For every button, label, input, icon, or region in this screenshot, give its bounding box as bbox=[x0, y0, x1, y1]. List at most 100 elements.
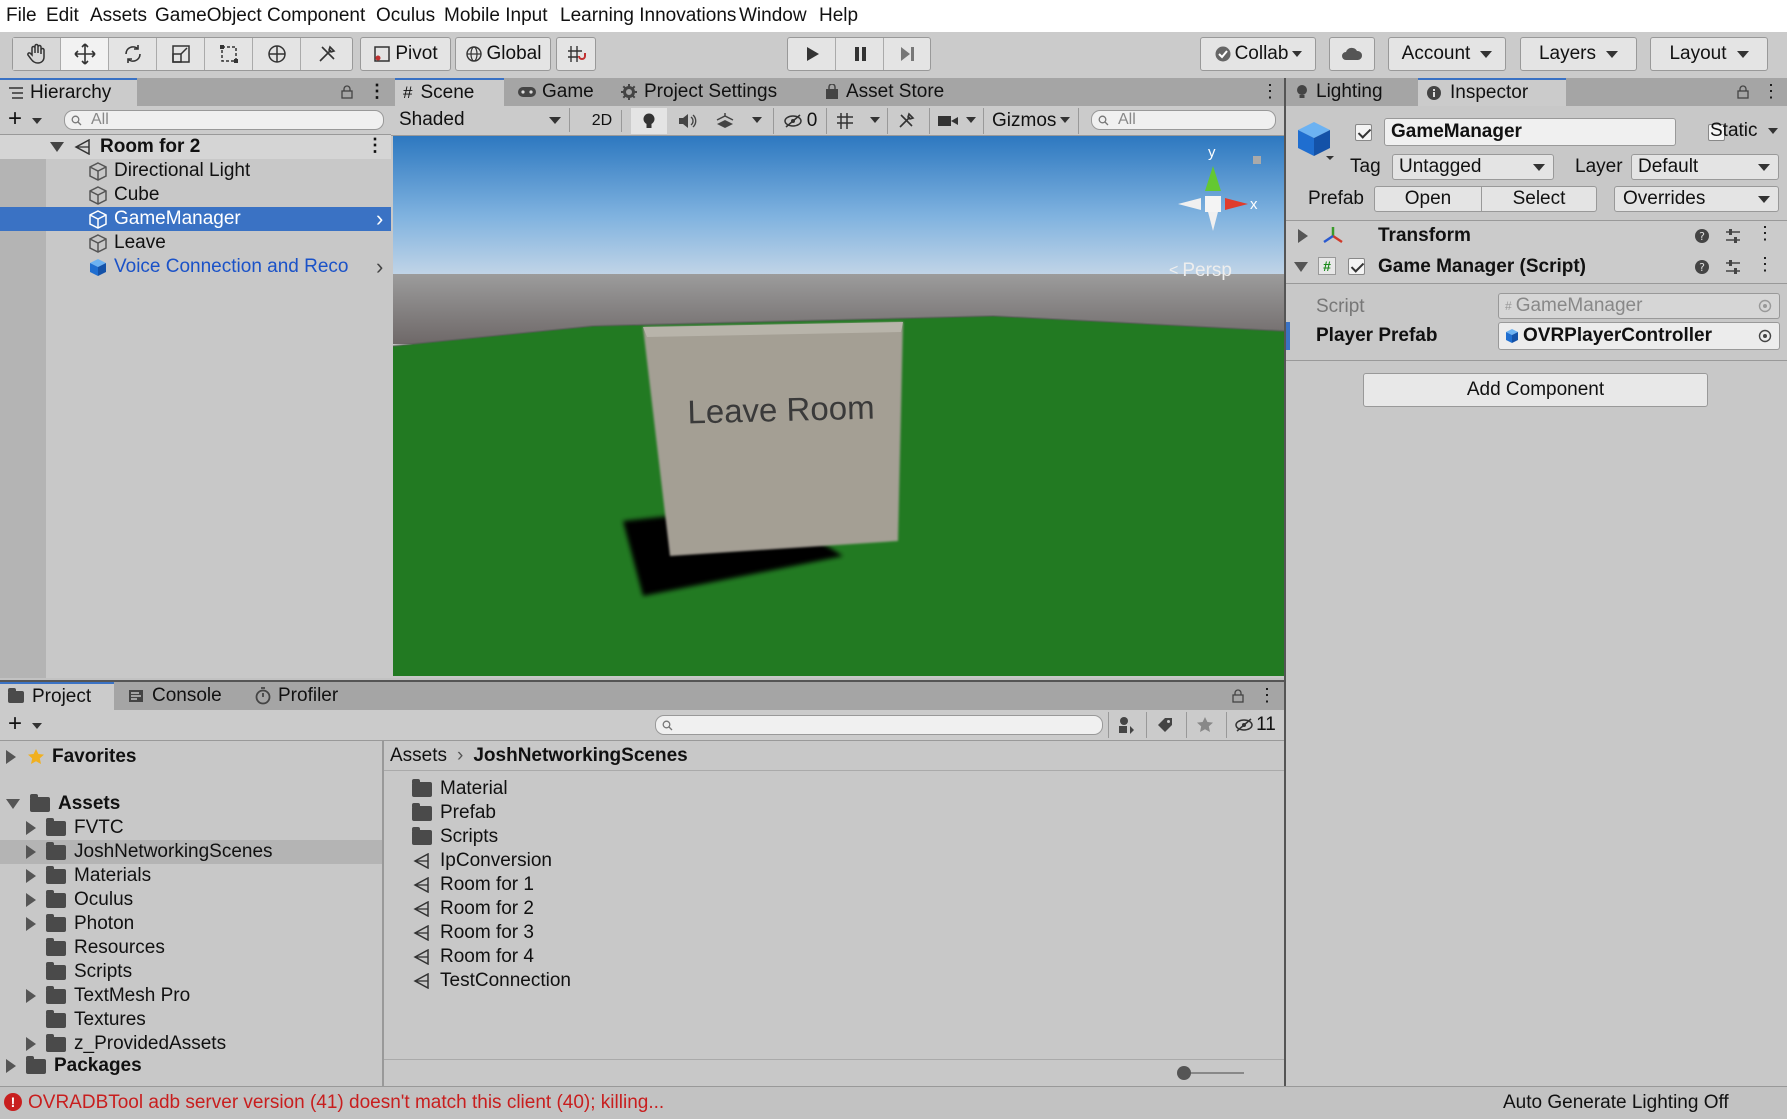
tree-folder-item[interactable]: Photon bbox=[0, 912, 382, 936]
tree-folder-item[interactable]: Textures bbox=[0, 1008, 382, 1032]
cloud-button[interactable] bbox=[1329, 37, 1375, 71]
move-tool-button[interactable] bbox=[61, 38, 109, 70]
lock-icon[interactable] bbox=[340, 85, 354, 99]
tab-hierarchy[interactable]: Hierarchy bbox=[0, 78, 137, 106]
menu-edit[interactable]: Edit bbox=[46, 5, 79, 27]
breadcrumb-current[interactable]: JoshNetworkingScenes bbox=[473, 745, 687, 767]
account-dropdown[interactable]: Account bbox=[1388, 37, 1506, 71]
tree-folder-item[interactable]: Oculus bbox=[0, 888, 382, 912]
tab-scene[interactable]: # Scene bbox=[395, 78, 504, 106]
active-checkbox[interactable] bbox=[1355, 124, 1372, 141]
scene-menu-icon[interactable]: ⋮ bbox=[366, 135, 384, 156]
tools-toggle[interactable] bbox=[887, 108, 924, 134]
menu-oculus[interactable]: Oculus bbox=[376, 5, 435, 27]
tree-assets[interactable]: Assets bbox=[0, 792, 120, 816]
favorites-star-button[interactable] bbox=[1186, 712, 1223, 738]
hierarchy-scene-row[interactable]: Room for 2 ⋮ bbox=[0, 135, 391, 159]
grid-toggle[interactable] bbox=[827, 108, 863, 134]
zoom-slider-track[interactable] bbox=[1184, 1072, 1244, 1074]
create-dropdown-icon[interactable] bbox=[32, 118, 42, 124]
add-component-button[interactable]: Add Component bbox=[1363, 373, 1708, 407]
file-list-item[interactable]: Material bbox=[384, 777, 508, 801]
effects-toggle[interactable] bbox=[707, 108, 743, 134]
object-name-field[interactable]: GameManager bbox=[1384, 118, 1676, 146]
menu-assets[interactable]: Assets bbox=[90, 5, 147, 27]
hierarchy-item[interactable]: Voice Connection and Reco › bbox=[0, 254, 391, 280]
gizmos-dropdown-icon[interactable] bbox=[1060, 117, 1070, 123]
script-component-header[interactable]: # Game Manager (Script) ? ⋮ bbox=[1286, 251, 1787, 284]
tree-folder-item[interactable]: TextMesh Pro bbox=[0, 984, 382, 1008]
file-list-item[interactable]: IpConversion bbox=[384, 849, 552, 873]
tab-console[interactable]: Console bbox=[120, 682, 238, 710]
hierarchy-item[interactable]: Leave bbox=[0, 231, 391, 255]
presets-icon[interactable] bbox=[1724, 258, 1742, 276]
expand-arrow-icon[interactable] bbox=[26, 989, 36, 1003]
create-dropdown-icon[interactable] bbox=[32, 723, 42, 729]
tree-folder-item[interactable]: Resources bbox=[0, 936, 382, 960]
file-list-item[interactable]: Room for 4 bbox=[384, 945, 534, 969]
camera-toggle[interactable] bbox=[929, 108, 966, 134]
script-enabled-checkbox[interactable] bbox=[1348, 258, 1365, 275]
transform-tool-button[interactable] bbox=[253, 38, 301, 70]
prefab-open-button[interactable]: Open bbox=[1374, 186, 1482, 212]
tab-project[interactable]: Project bbox=[0, 682, 114, 710]
file-list-item[interactable]: Room for 1 bbox=[384, 873, 534, 897]
transform-component-header[interactable]: Transform ? ⋮ bbox=[1286, 220, 1787, 252]
tree-folder-item[interactable]: FVTC bbox=[0, 816, 382, 840]
hierarchy-search-input[interactable]: All bbox=[64, 110, 384, 130]
rotate-tool-button[interactable] bbox=[109, 38, 157, 70]
expand-arrow-icon[interactable] bbox=[26, 845, 36, 859]
menu-learning-innovations[interactable]: Learning Innovations bbox=[560, 5, 736, 27]
pivot-toggle[interactable]: Pivot bbox=[360, 37, 451, 71]
menu-gameobject[interactable]: GameObject bbox=[155, 5, 262, 27]
file-list-item[interactable]: TestConnection bbox=[384, 969, 571, 993]
chevron-right-icon[interactable]: › bbox=[376, 254, 383, 280]
hidden-objects-toggle[interactable]: 0 bbox=[773, 108, 827, 134]
tab-lighting[interactable]: Lighting bbox=[1288, 78, 1418, 106]
tree-packages[interactable]: Packages bbox=[0, 1054, 142, 1078]
lock-icon[interactable] bbox=[1231, 689, 1245, 703]
presets-icon[interactable] bbox=[1724, 227, 1742, 245]
scene-orientation-gizmo[interactable] bbox=[1163, 146, 1263, 256]
scene-viewport[interactable]: Leave Room y x < Persp bbox=[393, 136, 1284, 676]
layer-dropdown[interactable]: Default bbox=[1631, 154, 1779, 180]
snap-button[interactable] bbox=[556, 37, 596, 71]
filter-by-type-button[interactable] bbox=[1108, 712, 1145, 738]
toggle-2d-button[interactable]: 2D bbox=[583, 110, 622, 132]
file-list-item[interactable]: Room for 3 bbox=[384, 921, 534, 945]
effects-dropdown-icon[interactable] bbox=[752, 117, 762, 123]
hand-tool-button[interactable] bbox=[13, 38, 61, 70]
help-icon[interactable]: ? bbox=[1694, 228, 1710, 244]
expand-arrow-icon[interactable] bbox=[26, 893, 36, 907]
file-list-item[interactable]: Prefab bbox=[384, 801, 496, 825]
grid-dropdown-icon[interactable] bbox=[870, 117, 880, 123]
auto-lighting-status[interactable]: Auto Generate Lighting Off bbox=[1503, 1092, 1729, 1114]
global-toggle[interactable]: Global bbox=[455, 37, 551, 71]
tab-game[interactable]: Game bbox=[509, 78, 603, 106]
play-button[interactable] bbox=[788, 38, 836, 70]
hierarchy-item[interactable]: GameManager › bbox=[0, 206, 391, 231]
tab-project-settings[interactable]: Project Settings bbox=[612, 78, 812, 106]
expand-arrow-icon[interactable] bbox=[26, 917, 36, 931]
status-error-message[interactable]: OVRADBTool adb server version (41) doesn… bbox=[28, 1092, 664, 1114]
expand-arrow-icon[interactable] bbox=[26, 869, 36, 883]
hierarchy-menu-icon[interactable]: ⋮ bbox=[368, 81, 386, 102]
menu-mobile-input[interactable]: Mobile Input bbox=[444, 5, 548, 27]
tab-profiler[interactable]: Profiler bbox=[246, 682, 366, 710]
player-prefab-field[interactable]: OVRPlayerController bbox=[1498, 322, 1780, 350]
file-list-item[interactable]: Scripts bbox=[384, 825, 498, 849]
tag-dropdown[interactable]: Untagged bbox=[1392, 154, 1554, 180]
help-icon[interactable]: ? bbox=[1694, 259, 1710, 275]
rect-tool-button[interactable] bbox=[205, 38, 253, 70]
tree-folder-item[interactable]: Scripts bbox=[0, 960, 382, 984]
projection-toggle[interactable]: < Persp bbox=[1169, 260, 1232, 282]
prefab-overrides-dropdown[interactable]: Overrides bbox=[1614, 186, 1779, 212]
camera-dropdown-icon[interactable] bbox=[966, 117, 976, 123]
tree-folder-item[interactable]: Materials bbox=[0, 864, 382, 888]
audio-toggle[interactable] bbox=[669, 108, 705, 134]
menu-window[interactable]: Window bbox=[739, 5, 807, 27]
scale-tool-button[interactable] bbox=[157, 38, 205, 70]
lock-icon[interactable] bbox=[1736, 85, 1750, 99]
expand-arrow-icon[interactable] bbox=[26, 821, 36, 835]
create-plus-icon[interactable]: + bbox=[8, 710, 22, 738]
